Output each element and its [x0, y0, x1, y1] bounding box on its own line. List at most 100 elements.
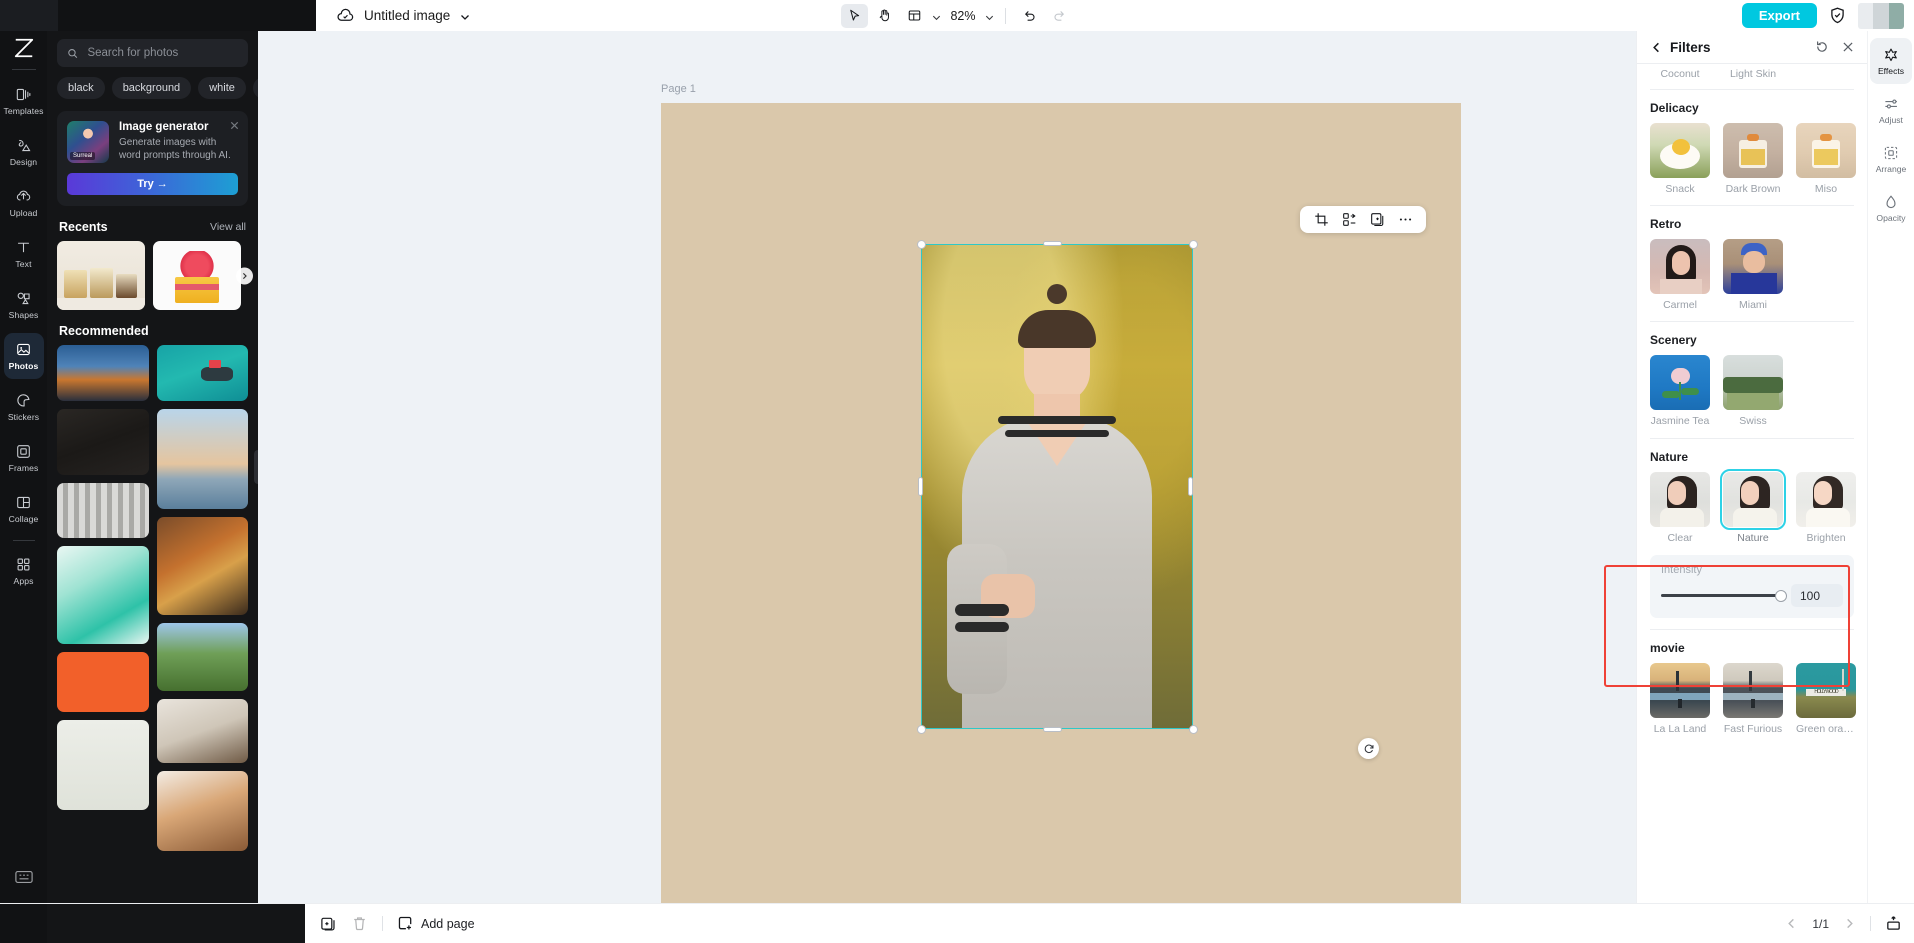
more-icon[interactable] [1397, 212, 1413, 228]
cutout-icon[interactable] [1341, 212, 1357, 228]
sidebar-item-collage[interactable]: Collage [4, 486, 44, 532]
search-box[interactable] [57, 39, 248, 67]
close-icon[interactable] [1841, 40, 1855, 54]
chevron-right-icon[interactable] [1843, 917, 1856, 930]
filter-item-carmel[interactable]: Carmel [1650, 239, 1710, 311]
filter-item-jasmine-tea[interactable]: Jasmine Tea [1650, 355, 1710, 427]
recents-view-all-link[interactable]: View all [210, 221, 246, 233]
sidebar-item-frames[interactable]: Frames [4, 435, 44, 481]
sidebar-item-shapes[interactable]: Shapes [4, 282, 44, 328]
filter-item-clear[interactable]: Clear [1650, 472, 1710, 544]
right-rail-item-effects[interactable]: Effects [1870, 38, 1912, 84]
document-title-group[interactable]: Untitled image [322, 6, 471, 25]
filter-item-miso[interactable]: Miso [1796, 123, 1856, 195]
sidebar-item-text[interactable]: Text [4, 231, 44, 277]
photo-thumbnail[interactable] [57, 345, 149, 401]
photo-thumbnail[interactable] [57, 546, 149, 644]
try-button[interactable]: Try → [67, 173, 238, 195]
list-item[interactable] [153, 241, 241, 310]
right-rail-item-adjust[interactable]: Adjust [1870, 87, 1912, 133]
selection-handle-bottom[interactable] [1043, 727, 1062, 732]
photo-thumbnail[interactable] [157, 409, 249, 509]
avatar[interactable] [1858, 3, 1904, 29]
selection-handle-top-right[interactable] [1189, 240, 1198, 249]
photo-thumbnail[interactable] [57, 652, 149, 712]
present-icon[interactable] [1885, 915, 1902, 932]
photo-thumbnail[interactable] [57, 409, 149, 475]
image-generator-promo-card[interactable]: Surreal Image generator Generate images … [57, 111, 248, 206]
recents-next-button[interactable] [236, 267, 253, 284]
intensity-control: Intensity 100 [1650, 555, 1854, 618]
document-title-chevron-down-icon[interactable] [459, 10, 471, 22]
keyboard-icon[interactable] [13, 873, 35, 890]
chevron-left-icon[interactable] [1785, 917, 1798, 930]
duplicate-icon[interactable] [1369, 212, 1385, 228]
shield-check-icon[interactable] [1828, 6, 1847, 25]
photo-thumbnail[interactable] [57, 483, 149, 538]
selection-handle-bottom-left[interactable] [917, 725, 926, 734]
selection-handle-top[interactable] [1043, 241, 1062, 246]
add-page-button[interactable]: Add page [397, 915, 475, 932]
right-rail-item-arrange[interactable]: Arrange [1870, 136, 1912, 182]
search-input[interactable] [87, 47, 238, 59]
intensity-slider-knob[interactable] [1775, 590, 1787, 602]
sidebar-item-stickers[interactable]: Stickers [4, 384, 44, 430]
selection-handle-right[interactable] [1188, 477, 1193, 496]
intensity-value[interactable]: 100 [1791, 584, 1843, 607]
photo-thumbnail[interactable] [157, 517, 249, 615]
grid-column-left [57, 345, 149, 851]
filters-content[interactable]: Coconut Light Skin Delicacy Snack [1637, 64, 1867, 903]
list-item[interactable] [57, 241, 145, 310]
intensity-slider[interactable] [1661, 594, 1781, 597]
selection-handle-left[interactable] [918, 477, 923, 496]
back-chevron-icon[interactable] [1650, 41, 1663, 54]
photo-thumbnail[interactable] [57, 720, 149, 810]
photo-thumbnail[interactable] [157, 699, 249, 763]
filter-item-green-orange[interactable]: HOLLYWOOD Green oran... [1796, 663, 1856, 735]
capcut-logo-icon[interactable] [10, 35, 38, 61]
filter-item-nature[interactable]: Nature [1723, 472, 1783, 544]
sidebar-item-upload[interactable]: Upload [4, 180, 44, 226]
duplicate-page-icon[interactable] [320, 915, 337, 932]
filter-item-brighten[interactable]: Brighten [1796, 472, 1856, 544]
photo-thumbnail[interactable] [157, 345, 249, 401]
zoom-level-value[interactable]: 82% [945, 9, 981, 23]
photo-thumbnail[interactable] [157, 771, 249, 851]
document-title[interactable]: Untitled image [364, 8, 450, 23]
filter-item-snack[interactable]: Snack [1650, 123, 1710, 195]
trash-icon[interactable] [351, 915, 368, 932]
close-icon[interactable] [229, 118, 240, 129]
layout-tool-button[interactable] [901, 4, 928, 28]
chip-black[interactable]: black [57, 77, 105, 99]
reset-icon[interactable] [1815, 40, 1829, 54]
rotate-handle[interactable] [1358, 738, 1379, 759]
sidebar-item-apps[interactable]: Apps [4, 548, 44, 594]
undo-button[interactable] [1016, 4, 1043, 28]
chip-white[interactable]: white [198, 77, 246, 99]
thumb-label: Light Skin [1723, 68, 1783, 80]
filter-item-swiss[interactable]: Swiss [1723, 355, 1783, 427]
hand-tool-button[interactable] [871, 4, 898, 28]
right-rail-item-opacity[interactable]: Opacity [1870, 185, 1912, 231]
selection-handle-bottom-right[interactable] [1189, 725, 1198, 734]
select-tool-button[interactable] [841, 4, 868, 28]
panel-resize-handle[interactable] [254, 450, 258, 484]
sidebar-item-design[interactable]: Design [4, 129, 44, 175]
selection-handle-top-left[interactable] [917, 240, 926, 249]
redo-button[interactable] [1046, 4, 1073, 28]
filter-item-miami[interactable]: Miami [1723, 239, 1783, 311]
bottom-rail-block [0, 904, 47, 943]
zoom-chevron-down-icon[interactable] [984, 10, 995, 21]
filter-item-la-la-land[interactable]: La La Land [1650, 663, 1710, 735]
layout-chevron-down-icon[interactable] [931, 10, 942, 21]
crop-icon[interactable] [1313, 212, 1329, 228]
filter-item-fast-furious[interactable]: Fast Furious [1723, 663, 1783, 735]
export-button[interactable]: Export [1742, 3, 1817, 28]
filter-item-dark-brown[interactable]: Dark Brown [1723, 123, 1783, 195]
filter-label: Snack [1650, 183, 1710, 195]
sidebar-item-templates[interactable]: Templates [4, 78, 44, 124]
chip-background[interactable]: background [112, 77, 192, 99]
sidebar-item-photos[interactable]: Photos [4, 333, 44, 379]
canvas-area[interactable]: Page 1 [258, 31, 1636, 903]
photo-thumbnail[interactable] [157, 623, 249, 691]
